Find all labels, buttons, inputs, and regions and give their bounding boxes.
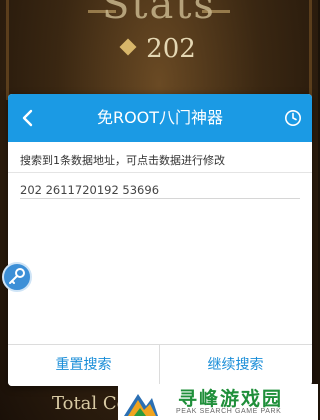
game-score-value: 202 (146, 34, 196, 64)
game-header-text: Stats (102, 0, 216, 28)
continue-search-button[interactable]: 继续搜索 (160, 345, 311, 386)
result-divider (20, 198, 300, 199)
floating-key-button[interactable] (2, 262, 32, 292)
divider (8, 172, 312, 173)
watermark: 寻峰游戏园 PEAK SEARCH GAME PARK (118, 384, 318, 420)
dialog-header: 免ROOT八门神器 (8, 94, 312, 142)
reset-search-button[interactable]: 重置搜索 (8, 345, 159, 386)
search-info-text: 搜索到1条数据地址，可点击数据进行修改 (20, 154, 225, 167)
key-icon (9, 268, 25, 284)
dialog-title: 免ROOT八门神器 (96, 108, 224, 127)
result-item[interactable]: 202 2611720192 53696 (20, 180, 300, 200)
history-clock-icon[interactable] (284, 109, 302, 127)
watermark-title: 寻峰游戏园 (178, 388, 284, 410)
diamond-icon (119, 38, 137, 56)
game-total-label: Total Co (52, 393, 128, 414)
peak-logo-icon (124, 394, 158, 416)
watermark-subtitle: PEAK SEARCH GAME PARK (176, 408, 282, 415)
memory-editor-dialog: 免ROOT八门神器 搜索到1条数据地址，可点击数据进行修改 202 261172… (8, 94, 312, 386)
game-score: 202 (0, 34, 318, 64)
